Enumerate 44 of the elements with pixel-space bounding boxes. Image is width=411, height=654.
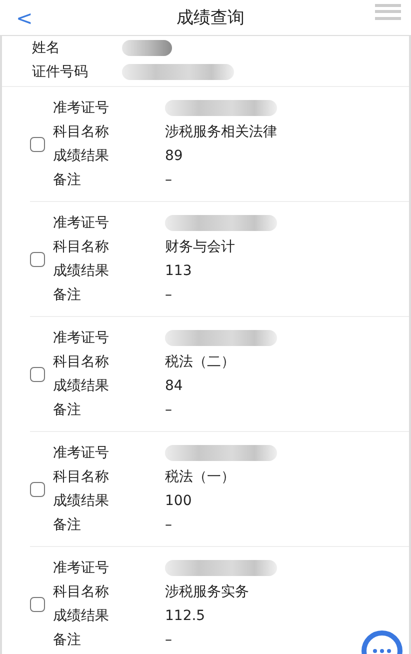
field-label: 科目名称 — [53, 238, 110, 256]
checkbox[interactable] — [30, 136, 45, 152]
field-value: 100 — [165, 492, 192, 510]
field-value: 113 — [165, 262, 192, 280]
field-label: 备注 — [53, 171, 82, 189]
field-label: 证件号码 — [32, 63, 89, 81]
field-label: 备注 — [53, 286, 82, 304]
field-label: 科目名称 — [53, 353, 110, 371]
field-label: 准考证号 — [53, 329, 110, 347]
checkbox[interactable] — [30, 482, 45, 496]
field-value: 112.5 — [165, 607, 206, 625]
field-label: 准考证号 — [53, 559, 110, 577]
field-label: 成绩结果 — [53, 492, 110, 510]
field-label: 科目名称 — [53, 468, 110, 486]
field-label: 成绩结果 — [53, 262, 110, 280]
field-value: – — [165, 516, 172, 534]
field-label: 准考证号 — [53, 99, 110, 117]
field-label: 准考证号 — [53, 444, 110, 462]
field-label: 备注 — [53, 516, 82, 534]
back-button[interactable]: < — [16, 6, 46, 30]
field-label: 科目名称 — [53, 123, 110, 141]
field-value: 涉税服务相关法律 — [165, 123, 277, 141]
field-label: 科目名称 — [53, 583, 110, 601]
page-title: 成绩查询 — [176, 7, 246, 29]
field-label: 成绩结果 — [53, 147, 110, 165]
field-value: – — [165, 286, 172, 304]
field-value: 84 — [165, 377, 183, 395]
field-label: 成绩结果 — [53, 607, 110, 625]
field-value: 财务与会计 — [165, 238, 235, 256]
field-value: – — [165, 171, 172, 189]
checkbox[interactable] — [30, 596, 45, 612]
field-value: 税法（一） — [165, 468, 235, 486]
field-value: – — [165, 631, 172, 649]
checkbox[interactable] — [30, 366, 45, 382]
field-label: 备注 — [53, 401, 82, 419]
checkbox[interactable] — [30, 252, 45, 266]
field-value: 税法（二） — [165, 353, 235, 371]
field-value: – — [165, 401, 172, 419]
field-label: 成绩结果 — [53, 377, 110, 395]
field-value: 涉税服务实务 — [165, 583, 249, 601]
field-label: 备注 — [53, 631, 82, 649]
field-value: 89 — [165, 147, 183, 165]
field-label: 姓名 — [32, 39, 61, 57]
field-label: 准考证号 — [53, 214, 110, 232]
